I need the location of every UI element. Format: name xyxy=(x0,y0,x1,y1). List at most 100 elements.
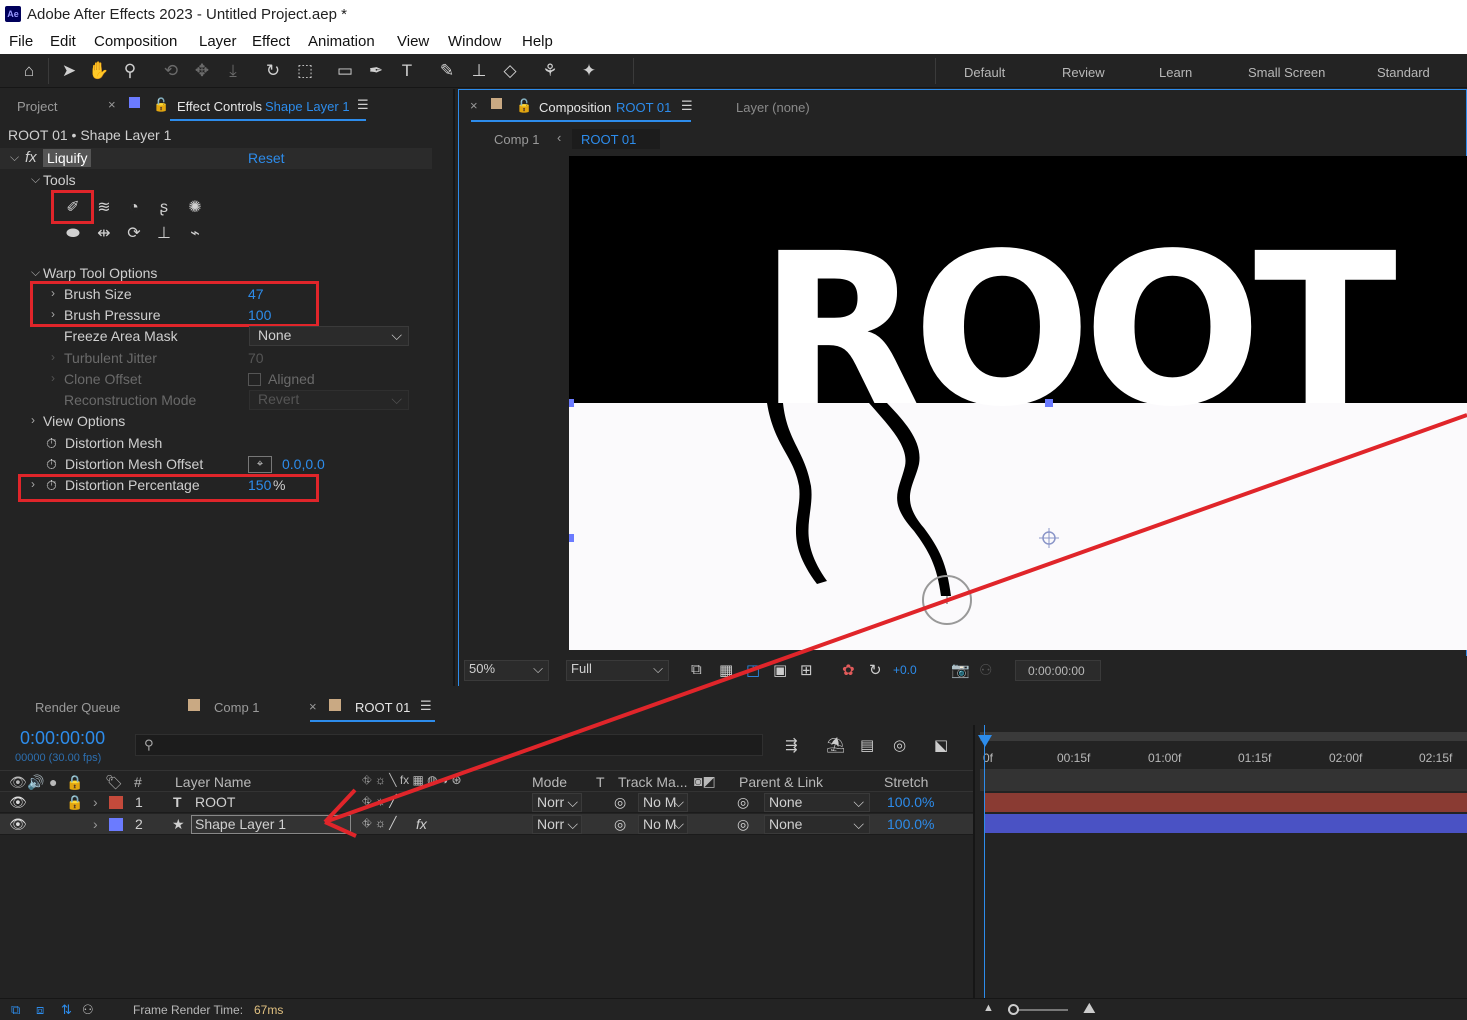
pan-tool-icon[interactable]: ✥ xyxy=(191,60,213,82)
snapshot-camera-icon[interactable]: 📷 xyxy=(951,661,970,679)
view-options-row[interactable]: › View Options xyxy=(0,411,430,432)
parent-dropdown[interactable]: None ⌵ xyxy=(764,815,870,834)
workspace-learn[interactable]: Learn xyxy=(1159,65,1192,80)
draft-3d-icon[interactable]: ⛱ xyxy=(826,736,845,754)
zoom-dropdown[interactable]: 50% ⌵ xyxy=(464,660,549,681)
frame-blending-icon[interactable]: ▤ xyxy=(860,736,874,754)
panel-menu-icon[interactable]: ☰ xyxy=(681,98,693,114)
in-out-toggle-icon[interactable]: ⇅ xyxy=(61,1002,72,1018)
menu-animation[interactable]: Animation xyxy=(308,33,375,50)
roto-brush-tool-icon[interactable]: ⚘ xyxy=(539,60,561,82)
menu-view[interactable]: View xyxy=(397,33,429,50)
timeline-graph-area[interactable]: 0f 00:15f 01:00f 01:15f 02:00f 02:15f xyxy=(973,725,1467,1000)
reflection-tool-icon[interactable]: ⟳ xyxy=(121,222,147,246)
clone-stamp-tool-icon[interactable]: ⊥ xyxy=(468,60,490,82)
reset-exposure-icon[interactable]: ↻ xyxy=(869,661,882,679)
stopwatch-icon[interactable]: ⏱ xyxy=(46,435,57,452)
layer-bar-root[interactable] xyxy=(985,793,1467,812)
grid-guides-icon[interactable]: ⊞ xyxy=(800,661,813,679)
mode-dropdown[interactable]: Norr ⌵ xyxy=(532,793,582,812)
menu-edit[interactable]: Edit xyxy=(50,33,76,50)
reset-link[interactable]: Reset xyxy=(248,150,285,166)
breadcrumb-comp1[interactable]: Comp 1 xyxy=(494,132,540,147)
motion-blur-icon[interactable]: ◎ xyxy=(893,736,906,754)
composition-canvas[interactable]: ROOT xyxy=(569,156,1467,650)
pickwhip-icon[interactable]: ◎ xyxy=(737,794,749,811)
track-matte-dropdown[interactable]: No M ⌵ xyxy=(638,793,688,812)
spiral-icon[interactable]: ◎ xyxy=(614,794,626,811)
panel-menu-icon[interactable]: ☰ xyxy=(420,698,432,714)
video-toggle-icon[interactable]: 👁 xyxy=(9,774,27,791)
workspace-small-screen[interactable]: Small Screen xyxy=(1248,65,1325,80)
tab-effect-controls[interactable]: Effect Controls xyxy=(177,99,262,114)
comp-mini-flowchart-icon[interactable]: ⇶ xyxy=(785,736,798,754)
work-area-bar[interactable] xyxy=(980,732,1467,741)
rectangle-tool-icon[interactable]: ▭ xyxy=(334,60,356,82)
stretch-value[interactable]: 100.0% xyxy=(887,794,934,810)
pen-tool-icon[interactable]: ✒ xyxy=(365,60,387,82)
stopwatch-icon[interactable]: ⏱ xyxy=(46,456,57,473)
col-parent-link[interactable]: Parent & Link xyxy=(739,774,823,790)
breadcrumb-root01[interactable]: ROOT 01 xyxy=(581,132,636,147)
transfer-controls-toggle-icon[interactable]: ⧈ xyxy=(36,1002,44,1018)
parent-dropdown[interactable]: None ⌵ xyxy=(764,793,870,812)
region-of-interest-icon[interactable]: ▣ xyxy=(773,661,787,679)
crosshair-icon[interactable]: ⌖ xyxy=(248,456,272,473)
tab-effect-layer-name[interactable]: Shape Layer 1 xyxy=(265,99,350,114)
color-channels-icon[interactable]: ✿ xyxy=(842,661,855,679)
close-icon[interactable]: × xyxy=(309,699,317,714)
layer-switches[interactable]: ⛗ ☼ ╱ xyxy=(362,794,397,809)
tab-project[interactable]: Project xyxy=(17,99,57,114)
viewer-timecode[interactable]: 0:00:00:00 xyxy=(1015,660,1101,681)
show-snapshot-icon[interactable]: ⚇ xyxy=(979,661,992,679)
distortion-mesh-offset-row[interactable]: ⏱ Distortion Mesh Offset ⌖ 0.0,0.0 xyxy=(0,454,430,475)
mode-dropdown[interactable]: Norr ⌵ xyxy=(532,815,582,834)
orbit-tool-icon[interactable]: ⟲ xyxy=(160,60,182,82)
zoom-tool-icon[interactable]: ⚲ xyxy=(119,60,141,82)
workspace-review[interactable]: Review xyxy=(1062,65,1105,80)
eye-icon[interactable]: 👁 xyxy=(9,794,27,811)
pucker-tool-icon[interactable]: ✺ xyxy=(182,196,208,220)
bloat-tool-icon[interactable]: ⬬ xyxy=(60,222,86,246)
effect-header-row[interactable]: ⌵ fx Liquify Reset xyxy=(0,148,432,169)
turbulence-tool-icon[interactable]: ≋ xyxy=(91,196,117,220)
tab-render-queue[interactable]: Render Queue xyxy=(35,700,120,715)
mask-visibility-icon[interactable]: ◰ xyxy=(746,661,760,679)
hand-tool-icon[interactable]: ✋ xyxy=(88,60,110,82)
brush-tool-icon[interactable]: ✎ xyxy=(436,60,458,82)
shift-pixels-tool-icon[interactable]: ⇹ xyxy=(91,222,117,246)
tools-group[interactable]: ⌵ Tools xyxy=(0,170,430,191)
spiral-icon[interactable]: ◎ xyxy=(614,816,626,833)
fx-icon[interactable]: fx xyxy=(25,149,37,166)
fx-switch-icon[interactable]: fx xyxy=(416,816,427,832)
tab-composition-name[interactable]: ROOT 01 xyxy=(616,100,671,115)
layer-label-color[interactable] xyxy=(109,818,123,831)
chevron-right-icon[interactable]: › xyxy=(93,794,98,810)
stretch-value[interactable]: 100.0% xyxy=(887,816,934,832)
type-tool-icon[interactable]: T xyxy=(396,60,418,82)
distortion-mesh-offset-value[interactable]: 0.0,0.0 xyxy=(282,456,325,472)
selection-tool-icon[interactable]: ➤ xyxy=(58,60,80,82)
menu-help[interactable]: Help xyxy=(522,33,553,50)
tab-composition[interactable]: Composition xyxy=(539,100,611,115)
zoom-slider-handle[interactable] xyxy=(1008,1004,1019,1015)
current-time-indicator[interactable] xyxy=(984,725,985,1000)
col-layer-name[interactable]: Layer Name xyxy=(175,774,251,790)
fast-previews-icon[interactable]: ⧉ xyxy=(691,661,702,678)
eraser-tool-icon[interactable]: ◇ xyxy=(499,60,521,82)
layer-switches[interactable]: ⛗ ☼ ╱ xyxy=(362,816,397,831)
chevron-right-icon[interactable]: › xyxy=(31,413,35,427)
zoom-in-icon[interactable]: ⛰ xyxy=(1083,1000,1096,1017)
lock-icon[interactable]: 🔓 xyxy=(153,97,169,113)
chevron-left-icon[interactable]: ‹ xyxy=(557,130,561,145)
transparency-grid-icon[interactable]: ▦ xyxy=(719,661,733,679)
chevron-right-icon[interactable]: › xyxy=(93,816,98,832)
effect-name[interactable]: Liquify xyxy=(43,149,92,167)
twirl-clockwise-tool-icon[interactable]: ◔ xyxy=(121,196,147,220)
pickwhip-icon[interactable]: ◎ xyxy=(737,816,749,833)
menu-composition[interactable]: Composition xyxy=(94,33,177,50)
menu-window[interactable]: Window xyxy=(448,33,501,50)
current-timecode[interactable]: 0:00:00:00 xyxy=(20,728,105,749)
layer-row[interactable]: 👁 🔒 › 1 T ROOT ⛗ ☼ ╱ Norr ⌵ ◎ No M ⌵ ◎ Non… xyxy=(0,792,975,813)
playhead-icon[interactable] xyxy=(978,735,992,747)
